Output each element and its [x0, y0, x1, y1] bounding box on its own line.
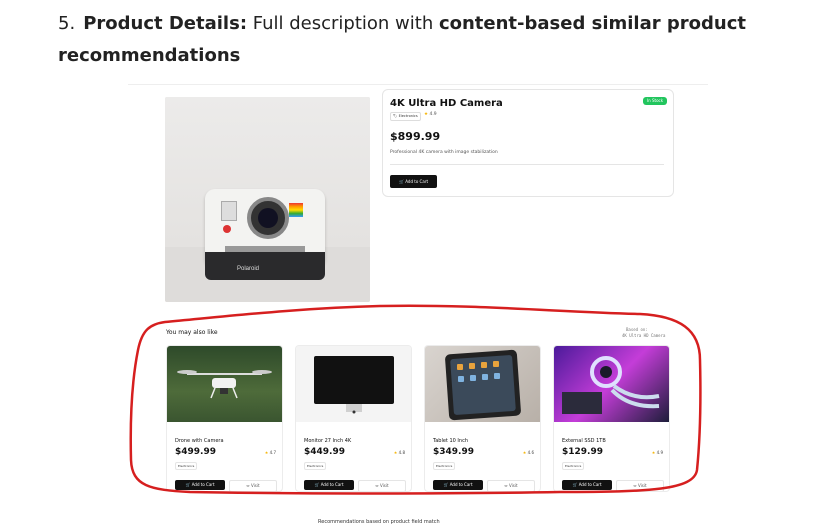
add-to-cart-label: Add to Cart [320, 482, 344, 487]
visit-button[interactable]: ⇔ Visit [229, 480, 277, 491]
visit-label: Visit [509, 483, 518, 488]
drone-image [167, 346, 282, 422]
add-to-cart-button[interactable]: 🛒 Add to Cart [175, 480, 225, 490]
add-to-cart-button[interactable]: 🛒 Add to Cart [390, 175, 437, 188]
item-name[interactable]: Tablet 10 Inch [433, 438, 468, 444]
visit-button[interactable]: ⇔ Visit [358, 480, 406, 491]
star-icon: ★ [393, 450, 398, 455]
cart-icon: 🛒 [398, 179, 404, 184]
item-price: $499.99 [175, 447, 216, 457]
item-name[interactable]: External SSD 1TB [562, 438, 606, 444]
product-image: Polaroid [165, 97, 370, 302]
cart-icon: 🛒 [572, 482, 578, 487]
visit-button[interactable]: ⇔ Visit [487, 480, 535, 491]
item-category: Electronics [175, 462, 198, 470]
footer-caption: Recommendations based on product field m… [318, 519, 440, 525]
product-price: $899.99 [390, 130, 441, 143]
item-price: $129.99 [562, 447, 603, 457]
add-to-cart-button[interactable]: 🛒 Add to Cart [304, 480, 354, 490]
cart-icon: 🛒 [185, 482, 191, 487]
recommendations-title: You may also like [166, 329, 218, 336]
rating-value: 4.8 [398, 450, 405, 455]
add-to-cart-label: Add to Cart [405, 179, 429, 184]
camera-brand-logo: Polaroid [237, 266, 260, 272]
heading-mid: Full description with [247, 13, 439, 34]
item-category: Electronics [433, 462, 456, 470]
add-to-cart-label: Add to Cart [191, 482, 215, 487]
based-on-value: 4K Ultra HD Camera [622, 333, 666, 338]
product-title: 4K Ultra HD Camera [390, 98, 503, 109]
heading-lead: Product Details: [83, 13, 248, 34]
item-rating: ★ 4.7 [265, 450, 276, 455]
item-rating: ★ 4.6 [523, 450, 534, 455]
item-price: $349.99 [433, 447, 474, 457]
star-icon: ★ [651, 450, 656, 455]
item-category: Electronics [562, 462, 585, 470]
list-number: 5. [58, 13, 76, 34]
link-icon: ⇔ [504, 483, 508, 488]
based-on-note: Based on: 4K Ultra HD Camera [622, 327, 665, 339]
item-rating: ★ 4.9 [652, 450, 663, 455]
product-rating: ★ 4.9 [424, 112, 437, 117]
category-label: Electronics [398, 114, 418, 118]
section-heading: 5. Product Details: Full description with… [58, 8, 778, 72]
item-name[interactable]: Drone with Camera [175, 438, 224, 444]
divider [390, 164, 664, 165]
visit-label: Visit [251, 483, 260, 488]
recommendation-card[interactable]: External SSD 1TB $129.99 ★ 4.9 Electroni… [553, 345, 670, 492]
stock-badge: In Stock [643, 97, 668, 105]
category-chip[interactable]: 🏷 Electronics [390, 112, 421, 121]
recommendation-card[interactable]: Monitor 27 Inch 4K $449.99 ★ 4.8 Electro… [295, 345, 412, 492]
star-icon: ★ [264, 450, 269, 455]
monitor-image [296, 346, 411, 422]
rating-value: 4.9 [429, 112, 437, 117]
rating-value: 4.6 [527, 450, 534, 455]
item-rating: ★ 4.8 [394, 450, 405, 455]
recommendation-card[interactable]: Drone with Camera $499.99 ★ 4.7 Electron… [166, 345, 283, 492]
ssd-image [554, 346, 669, 422]
tag-icon: 🏷 [393, 114, 398, 118]
visit-button[interactable]: ⇔ Visit [616, 480, 664, 491]
rating-value: 4.9 [656, 450, 663, 455]
add-to-cart-label: Add to Cart [578, 482, 602, 487]
add-to-cart-label: Add to Cart [449, 482, 473, 487]
link-icon: ⇔ [375, 483, 379, 488]
link-icon: ⇔ [246, 483, 250, 488]
add-to-cart-button[interactable]: 🛒 Add to Cart [433, 480, 483, 490]
add-to-cart-button[interactable]: 🛒 Add to Cart [562, 480, 612, 490]
recommendation-card[interactable]: Tablet 10 Inch $349.99 ★ 4.6 Electronics… [424, 345, 541, 492]
cart-icon: 🛒 [443, 482, 449, 487]
link-icon: ⇔ [633, 483, 637, 488]
star-icon: ★ [424, 112, 429, 117]
rating-value: 4.7 [269, 450, 276, 455]
item-price: $449.99 [304, 447, 345, 457]
visit-label: Visit [380, 483, 389, 488]
item-category: Electronics [304, 462, 327, 470]
product-description: Professional 4K camera with image stabil… [390, 150, 498, 155]
tablet-image [425, 346, 540, 422]
star-icon: ★ [522, 450, 527, 455]
item-name[interactable]: Monitor 27 Inch 4K [304, 438, 351, 444]
cart-icon: 🛒 [314, 482, 320, 487]
visit-label: Visit [638, 483, 647, 488]
